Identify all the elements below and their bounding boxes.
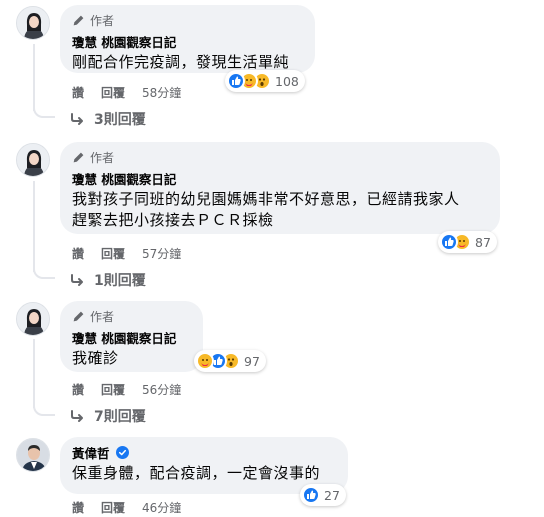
timestamp[interactable]: 58分鐘	[142, 84, 181, 101]
thread-line	[33, 44, 35, 111]
timestamp[interactable]: 56分鐘	[142, 381, 181, 398]
avatar[interactable]	[16, 438, 50, 472]
reaction-count: 87	[475, 234, 491, 250]
comment-text: 我確診	[72, 349, 119, 367]
reply-button[interactable]: 回覆	[101, 245, 125, 262]
reply-arrow-icon	[71, 410, 83, 422]
reaction-count: 97	[244, 353, 260, 369]
commenter-name[interactable]: 瓊慧 桃園觀察日記	[72, 32, 176, 51]
reaction-summary[interactable]: 108	[225, 70, 305, 92]
timestamp[interactable]: 46分鐘	[142, 499, 181, 516]
commenter-name[interactable]: 黃偉哲	[72, 443, 110, 462]
like-button[interactable]: 讚	[72, 381, 84, 398]
comment-bubble: 作者 瓊慧 桃園觀察日記 我確診	[60, 301, 203, 372]
commenter-name[interactable]: 瓊慧 桃園觀察日記	[72, 169, 176, 188]
reaction-count: 27	[324, 487, 340, 503]
comment-text: 保重身體，配合疫調，一定會沒事的	[72, 464, 321, 482]
thread-line	[33, 339, 35, 408]
comment-text-line: 趕緊去把小孩接去ＰＣＲ採檢	[72, 211, 274, 229]
care-reaction-icon	[196, 352, 214, 370]
comment-bubble: 作者 瓊慧 桃園觀察日記 我對孩子同班的幼兒園媽媽非常不好意思，已經請我家人 趕…	[60, 142, 500, 234]
replies-count-label: 3則回覆	[94, 112, 146, 128]
comment-actions: 讚 回覆 46分鐘	[72, 499, 181, 516]
author-badge: 作者	[72, 12, 303, 28]
reply-arrow-icon	[71, 113, 83, 125]
thread-connector	[33, 104, 55, 118]
pen-icon	[73, 15, 84, 25]
author-badge: 作者	[72, 308, 191, 324]
thread-connector	[33, 265, 55, 279]
commenter-name[interactable]: 瓊慧 桃園觀察日記	[72, 328, 176, 347]
reaction-count: 108	[275, 73, 299, 89]
reply-button[interactable]: 回覆	[101, 499, 125, 516]
reply-arrow-icon	[71, 274, 83, 286]
comment-bubble: 作者 瓊慧 桃園觀察日記 剛配合作完疫調，發現生活單純	[60, 5, 315, 73]
reply-button[interactable]: 回覆	[101, 381, 125, 398]
pen-icon	[73, 311, 84, 321]
like-reaction-icon	[227, 72, 245, 90]
avatar[interactable]	[16, 6, 50, 40]
verified-badge-icon	[115, 446, 129, 459]
view-replies-button[interactable]: 7則回覆	[70, 406, 146, 426]
like-button[interactable]: 讚	[72, 499, 84, 516]
thread-connector	[33, 402, 55, 416]
comment-actions: 讚 回覆 58分鐘	[72, 84, 181, 101]
comment-actions: 讚 回覆 57分鐘	[72, 245, 181, 262]
reaction-summary[interactable]: 87	[438, 231, 497, 253]
comment-text-line: 我對孩子同班的幼兒園媽媽非常不好意思，已經請我家人	[72, 190, 460, 208]
thread-line	[33, 181, 35, 272]
like-button[interactable]: 讚	[72, 245, 84, 262]
pen-icon	[73, 152, 84, 162]
avatar[interactable]	[16, 302, 50, 336]
reaction-summary[interactable]: 27	[300, 484, 346, 506]
view-replies-button[interactable]: 1則回覆	[70, 270, 146, 290]
replies-count-label: 1則回覆	[94, 273, 146, 289]
like-reaction-icon	[302, 486, 320, 504]
view-replies-button[interactable]: 3則回覆	[70, 109, 146, 129]
like-button[interactable]: 讚	[72, 84, 84, 101]
author-badge-label: 作者	[90, 13, 115, 28]
comment-actions: 讚 回覆 56分鐘	[72, 381, 181, 398]
author-badge-label: 作者	[90, 150, 115, 165]
avatar[interactable]	[16, 143, 50, 177]
replies-count-label: 7則回覆	[94, 409, 146, 425]
author-badge: 作者	[72, 149, 488, 165]
timestamp[interactable]: 57分鐘	[142, 245, 181, 262]
reply-button[interactable]: 回覆	[101, 84, 125, 101]
author-badge-label: 作者	[90, 309, 115, 324]
like-reaction-icon	[440, 233, 458, 251]
reaction-summary[interactable]: 97	[194, 350, 266, 372]
